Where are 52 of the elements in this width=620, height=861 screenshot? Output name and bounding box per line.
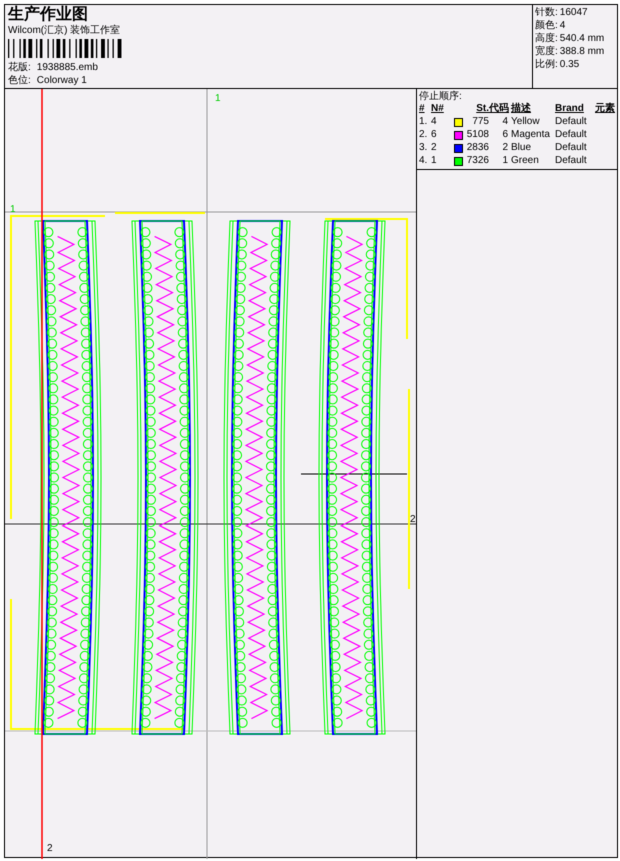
stat-value: 16047 — [560, 6, 588, 19]
stat-label: 比例: — [535, 58, 558, 71]
company-name: Wilcom(汇京) 装饰工作室 — [8, 24, 122, 38]
column-header: 元素 — [595, 103, 615, 115]
table-cell-text: 4 — [501, 116, 509, 128]
field-value: Colorway 1 — [36, 74, 87, 87]
table-cell-text: 2. — [419, 129, 428, 141]
marker-label: 1 — [10, 204, 16, 215]
stat-label: 高度: — [535, 32, 558, 45]
table-cell-text: Default — [555, 155, 588, 167]
stat-value: 0.35 — [560, 58, 580, 71]
table-cell-text: Default — [555, 142, 588, 154]
stat-label: 宽度: — [535, 45, 558, 58]
marker-label: 1 — [215, 93, 221, 104]
table-cell-text: Blue — [511, 142, 532, 154]
table-cell-text: 6 — [501, 129, 509, 141]
stat-value: 388.8 mm — [560, 45, 604, 58]
table-cell-text: 2 — [501, 142, 509, 154]
stat-value: 540.4 mm — [560, 32, 604, 45]
column-header: 代码 — [489, 103, 510, 115]
marker-label: 2 — [47, 843, 53, 854]
table-cell-text: 7326 — [466, 155, 489, 167]
marker-label: 2 — [410, 514, 416, 525]
field-label: 花版: — [8, 61, 31, 74]
table-cell-text: 5108 — [466, 129, 489, 141]
table-cell-text: Default — [555, 116, 588, 128]
table-cell-text: Magenta — [511, 129, 551, 141]
table-cell-text: 3. — [419, 142, 428, 154]
table-cell-text: 1 — [501, 155, 509, 167]
field-label: 色位: — [8, 74, 31, 87]
table-cell-text: 6 — [431, 129, 438, 141]
table-cell-text: 4. — [419, 155, 428, 167]
table-cell-text: Green — [511, 155, 540, 167]
table-cell-text: Default — [555, 129, 588, 141]
table-cell-text: 2 — [431, 142, 438, 154]
column-header: St. — [475, 103, 489, 115]
table-cell-text: 4 — [431, 116, 438, 128]
table-cell-text: Yellow — [511, 116, 541, 128]
column-header: Brand — [555, 103, 585, 115]
table-cell-text: 1. — [419, 116, 428, 128]
field-value: 1938885.emb — [36, 61, 98, 74]
table-cell-text: 1 — [431, 155, 438, 167]
column-header: N# — [431, 103, 445, 115]
table-cell-text: 2836 — [466, 142, 489, 154]
column-header: # — [419, 103, 426, 115]
stat-label: 颜色: — [535, 19, 558, 32]
table-cell-text: 775 — [471, 116, 489, 128]
stop-sequence-title: 停止顺序: — [419, 90, 463, 103]
sheet-title: 生产作业图 — [8, 6, 89, 24]
stat-label: 针数: — [535, 6, 558, 19]
column-header: 描述 — [511, 103, 532, 115]
stat-value: 4 — [560, 19, 566, 32]
